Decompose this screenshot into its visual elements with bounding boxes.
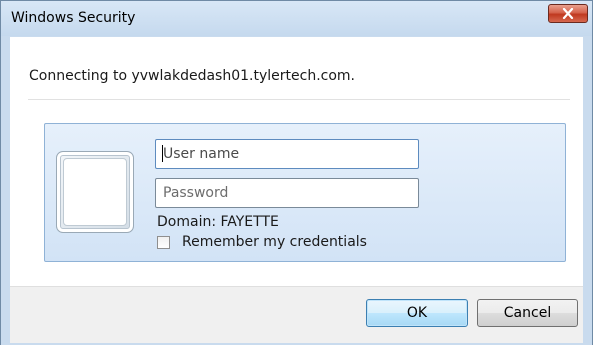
- remember-credentials-label[interactable]: Remember my credentials: [182, 234, 367, 250]
- close-button[interactable]: [548, 4, 588, 23]
- title-bar[interactable]: Windows Security: [1, 1, 592, 36]
- remember-credentials-checkbox[interactable]: [157, 235, 170, 249]
- windows-security-dialog: Windows Security Connecting to yvwlakded…: [0, 0, 593, 345]
- username-placeholder: User name: [163, 146, 240, 162]
- password-input[interactable]: Password: [155, 178, 419, 208]
- remember-credentials-row[interactable]: Remember my credentials: [157, 234, 367, 250]
- window-title: Windows Security: [11, 10, 136, 26]
- text-caret: [162, 145, 163, 162]
- connecting-message: Connecting to yvwlakdedash01.tylertech.c…: [29, 68, 355, 84]
- username-input[interactable]: User name: [155, 139, 419, 169]
- user-tile-frame: [63, 158, 127, 226]
- password-placeholder: Password: [163, 185, 229, 201]
- ok-button[interactable]: OK: [366, 299, 468, 327]
- cancel-button[interactable]: Cancel: [477, 299, 578, 327]
- domain-label: Domain: FAYETTE: [157, 214, 279, 230]
- separator: [28, 99, 570, 100]
- user-tile-icon: [56, 151, 134, 233]
- close-icon: [562, 8, 574, 19]
